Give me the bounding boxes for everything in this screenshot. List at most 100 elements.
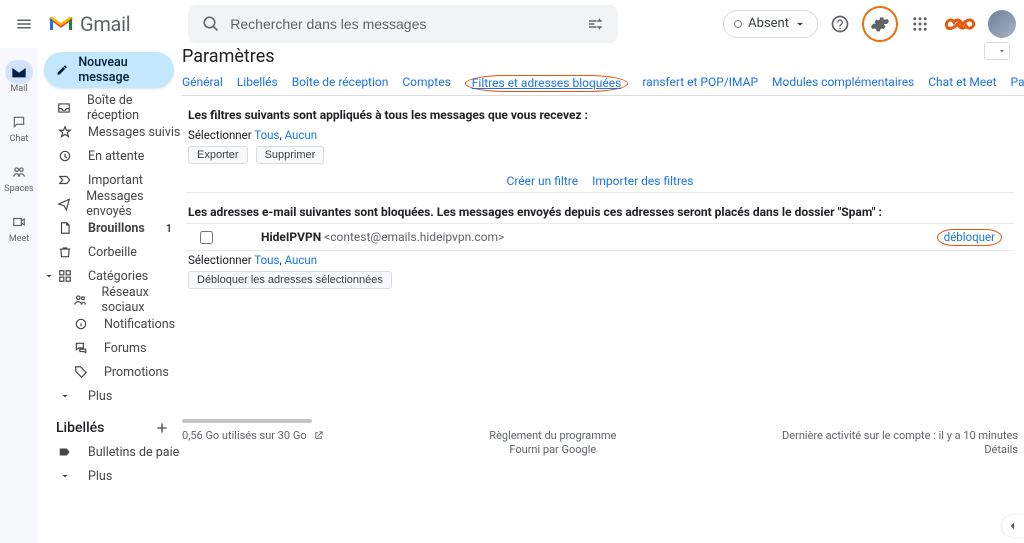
star-icon (56, 125, 74, 139)
rail-spaces[interactable]: Spaces (0, 154, 38, 204)
nav-trash[interactable]: Corbeille (38, 240, 182, 264)
nav-starred[interactable]: Messages suivis (38, 120, 182, 144)
presence-dot-icon (734, 20, 742, 28)
chevron-down-icon (42, 270, 56, 282)
labels-more[interactable]: Plus (38, 464, 182, 488)
blocked-sender-checkbox[interactable] (200, 231, 213, 244)
blocked-select-all[interactable]: Tous (254, 253, 279, 267)
info-icon (72, 317, 90, 331)
nav-snoozed-label: En attente (88, 149, 144, 164)
nav-cat-forums[interactable]: Forums (38, 336, 182, 360)
tab-labels[interactable]: Libellés (237, 75, 278, 92)
unblock-selected-button[interactable]: Débloquer les adresses sélectionnées (188, 271, 392, 289)
chat-icon (5, 110, 33, 134)
tab-filters[interactable]: Filtres et adresses bloquées (465, 75, 629, 92)
labels-more-label: Plus (88, 469, 112, 484)
tab-inbox[interactable]: Boîte de réception (292, 75, 389, 92)
nav-cat-social-label: Réseaux sociaux (102, 285, 183, 315)
presence-chip[interactable]: Absent (723, 10, 818, 38)
rail-chat[interactable]: Chat (0, 104, 38, 154)
nav-categories-label: Catégories (88, 269, 148, 284)
nav-sent[interactable]: Messages envoyés (38, 192, 182, 216)
trash-icon (56, 245, 74, 259)
tab-advanced[interactable]: Paramètres avancés (1011, 75, 1024, 92)
rail-meet-label: Meet (9, 234, 29, 244)
last-activity: Dernière activité sur le compte : il y a… (782, 429, 1018, 443)
rail-chat-label: Chat (10, 134, 29, 144)
filters-select-all[interactable]: Tous (254, 128, 279, 142)
presence-label: Absent (748, 16, 789, 31)
nav-cat-forums-label: Forums (104, 341, 146, 356)
nav-cat-updates[interactable]: Notifications (38, 312, 182, 336)
nav-important-label: Important (88, 173, 143, 188)
social-icon (72, 293, 88, 307)
tab-addons[interactable]: Modules complémentaires (772, 75, 914, 92)
compose-label: Nouveau message (78, 55, 158, 85)
details-link[interactable]: Détails (782, 443, 1018, 457)
blocked-sender-email: <contest@emails.hideipvpn.com> (324, 230, 504, 244)
forums-icon (72, 341, 90, 355)
filters-export-button[interactable]: Exporter (188, 146, 248, 164)
nav-drafts-count: 1 (166, 222, 172, 235)
horizontal-scrollbar[interactable] (182, 419, 312, 423)
tab-general[interactable]: Général (182, 75, 223, 92)
nav-cat-social[interactable]: Réseaux sociaux (38, 288, 182, 312)
nav-inbox[interactable]: Boîte de réception (38, 96, 182, 120)
nav-cat-promos[interactable]: Promotions (38, 360, 182, 384)
chevron-down-icon (997, 46, 1007, 56)
blocked-select-label: Sélectionner (188, 253, 252, 267)
nav-cat-promos-label: Promotions (104, 365, 169, 380)
chevron-down-icon (56, 390, 74, 402)
tag-icon (72, 365, 90, 379)
gear-icon (870, 14, 890, 34)
blocked-sender-row: HideIPVPN <contest@emails.hideipvpn.com>… (186, 223, 1014, 251)
help-button[interactable] (822, 6, 858, 42)
rail-spaces-label: Spaces (4, 184, 33, 194)
nav-more[interactable]: Plus (38, 384, 182, 408)
nav-drafts-label: Brouillons (88, 221, 145, 236)
filters-section-title: Les filtres suivants sont appliqués à to… (186, 104, 1014, 126)
side-panel-toggle[interactable] (1002, 515, 1024, 537)
nav-starred-label: Messages suivis (88, 125, 180, 140)
filters-select-label: Sélectionner (188, 128, 252, 142)
spaces-icon (5, 160, 33, 184)
compose-button[interactable]: Nouveau message (44, 52, 174, 88)
rail-mail[interactable]: Mail (0, 54, 38, 104)
blocked-section-title: Les adresses e-mail suivantes sont bloqu… (186, 201, 1014, 223)
add-label-button[interactable] (154, 420, 170, 436)
extension-icon[interactable] (942, 13, 978, 35)
rail-meet[interactable]: Meet (0, 204, 38, 254)
sent-icon (56, 197, 72, 211)
search-options-icon[interactable] (578, 15, 612, 33)
nav-snoozed[interactable]: En attente (38, 144, 182, 168)
import-filters-link[interactable]: Importer des filtres (592, 174, 693, 188)
policy-link[interactable]: Règlement du programme (489, 429, 616, 443)
chevron-down-icon (56, 470, 74, 482)
main-menu-button[interactable] (4, 4, 44, 44)
language-select[interactable] (984, 42, 1010, 60)
tab-chat[interactable]: Chat et Meet (928, 75, 996, 92)
filters-delete-button[interactable]: Supprimer (256, 146, 325, 164)
apps-button[interactable] (902, 6, 938, 42)
tab-forwarding[interactable]: ransfert et POP/IMAP (642, 75, 758, 92)
search-bar[interactable] (188, 5, 618, 43)
search-input[interactable] (228, 15, 578, 33)
unblock-link[interactable]: débloquer (937, 229, 1002, 246)
gmail-logo[interactable]: Gmail (44, 12, 130, 36)
nav-drafts[interactable]: Brouillons 1 (38, 216, 182, 240)
blocked-select-none[interactable]: Aucun (285, 253, 318, 267)
inbox-icon (56, 101, 73, 115)
nav-sent-label: Messages envoyés (86, 189, 182, 219)
categories-icon (56, 269, 74, 283)
storage-text: 0,56 Go utilisés sur 30 Go (182, 429, 307, 442)
filters-select-none[interactable]: Aucun (285, 128, 318, 142)
account-avatar[interactable] (988, 10, 1016, 38)
tab-accounts[interactable]: Comptes (402, 75, 450, 92)
create-filter-link[interactable]: Créer un filtre (507, 174, 579, 188)
mail-icon (5, 60, 33, 84)
label-payslips[interactable]: Bulletins de paie (38, 440, 182, 464)
nav-inbox-label: Boîte de réception (87, 93, 182, 123)
settings-button[interactable] (862, 6, 898, 42)
label-payslips-text: Bulletins de paie (88, 445, 179, 460)
open-in-new-icon[interactable] (313, 430, 324, 441)
